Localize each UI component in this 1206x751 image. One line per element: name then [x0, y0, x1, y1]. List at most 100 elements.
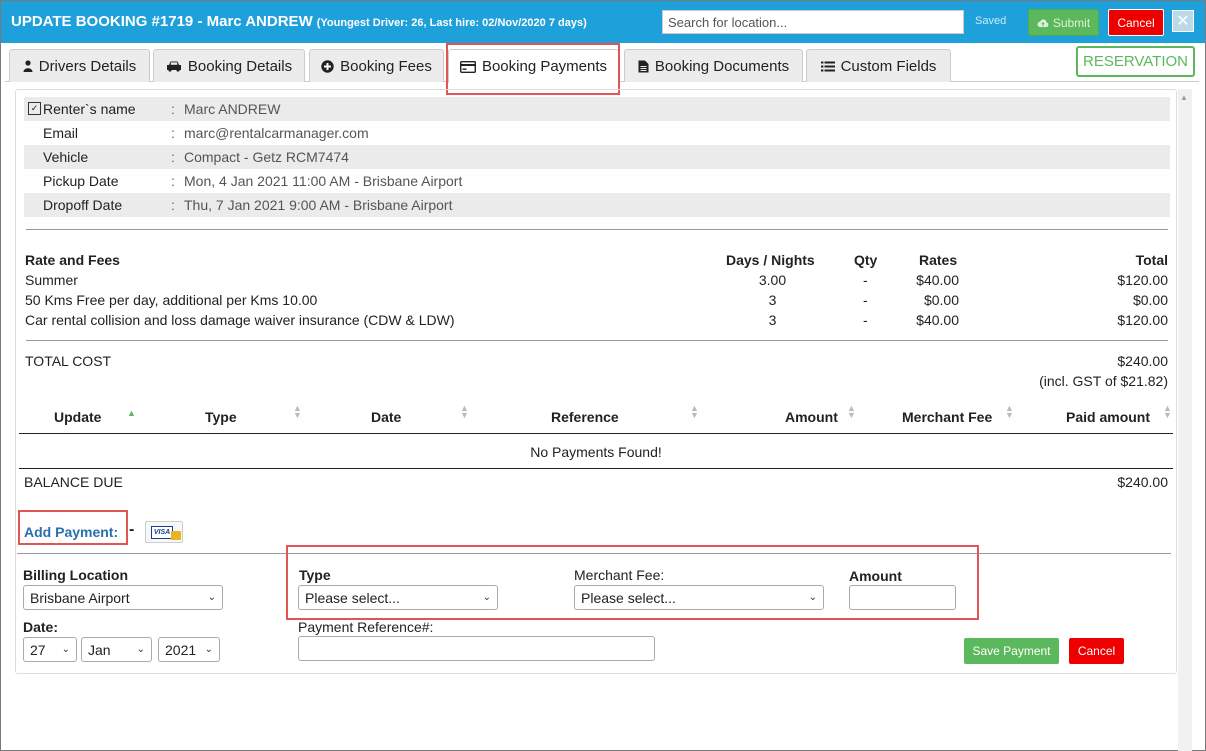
- user-icon: [23, 60, 33, 72]
- tab-label: Booking Details: [187, 57, 293, 75]
- merchant-fee-select[interactable]: Please select... ⌄: [574, 585, 824, 610]
- tab-label: Booking Payments: [481, 58, 608, 75]
- saved-status: Saved: [975, 15, 1007, 27]
- car-icon: [166, 61, 181, 72]
- fee-row-total: $120.00: [1117, 272, 1168, 288]
- date-label: Date:: [23, 619, 59, 635]
- tab-drivers-details[interactable]: Drivers Details: [9, 49, 150, 82]
- col-header-date[interactable]: Date: [371, 409, 401, 425]
- sort-icon[interactable]: ▲ ▼: [690, 404, 699, 420]
- date-year-select[interactable]: 2021 ⌄: [158, 637, 220, 662]
- fee-row-total: $120.00: [1117, 312, 1168, 328]
- info-value: marc@rentalcarmanager.com: [184, 125, 369, 141]
- info-label: Vehicle: [43, 149, 89, 165]
- info-value: Thu, 7 Jan 2021 9:00 AM - Brisbane Airpo…: [184, 197, 453, 213]
- divider: [26, 229, 1168, 230]
- date-month-value: Jan: [88, 641, 111, 658]
- fee-row-days: 3: [768, 312, 777, 328]
- sort-icon[interactable]: ▲ ▼: [293, 404, 302, 420]
- close-icon[interactable]: ✕: [1172, 10, 1194, 32]
- fees-header-total: Total: [1135, 252, 1168, 268]
- col-header-reference[interactable]: Reference: [551, 409, 619, 425]
- total-cost-label: TOTAL COST: [25, 353, 112, 369]
- sort-icon[interactable]: ▲ ▼: [1163, 404, 1172, 420]
- tab-booking-details[interactable]: Booking Details: [153, 49, 305, 82]
- divider: [26, 340, 1168, 341]
- fee-row-days: 3: [768, 292, 777, 308]
- lock-icon: [171, 531, 181, 540]
- add-payment-link[interactable]: Add Payment:: [24, 524, 118, 540]
- balance-due-label: BALANCE DUE: [24, 474, 123, 490]
- payment-reference-input[interactable]: [298, 636, 655, 661]
- merchant-fee-value: Please select...: [581, 589, 676, 606]
- info-colon: :: [171, 125, 175, 141]
- booking-subtitle: (Youngest Driver: 26, Last hire: 02/Nov/…: [316, 17, 587, 29]
- type-value: Please select...: [305, 589, 400, 606]
- info-colon: :: [171, 149, 175, 165]
- scroll-up-icon[interactable]: ▲: [1180, 93, 1188, 102]
- reservation-button[interactable]: RESERVATION: [1076, 46, 1195, 77]
- sort-icon[interactable]: ▲ ▼: [847, 404, 856, 420]
- type-select[interactable]: Please select... ⌄: [298, 585, 498, 610]
- info-row-dropoff: Dropoff Date : Thu, 7 Jan 2021 9:00 AM -…: [24, 193, 1170, 217]
- table-bottom-line: [19, 468, 1173, 469]
- fee-row-name: Car rental collision and loss damage wai…: [25, 312, 455, 328]
- billing-location-value: Brisbane Airport: [30, 589, 130, 606]
- document-icon: [638, 60, 649, 72]
- fee-row-rates: $0.00: [923, 292, 959, 308]
- info-row-email: Email : marc@rentalcarmanager.com: [24, 121, 1170, 145]
- visa-text: VISA: [151, 526, 173, 539]
- chevron-down-icon: ⌄: [482, 592, 491, 603]
- sort-icon[interactable]: ▲ ▼: [460, 404, 469, 420]
- sort-icon[interactable]: ▲ ▼: [1005, 404, 1014, 420]
- fee-row-qty: -: [863, 272, 868, 288]
- info-colon: :: [171, 197, 175, 213]
- dash-separator: -: [129, 521, 135, 538]
- col-header-type[interactable]: Type: [205, 409, 237, 425]
- collapse-checkbox-icon[interactable]: ✓: [28, 102, 41, 115]
- list-icon: [820, 61, 835, 71]
- no-payments-message: No Payments Found!: [530, 444, 662, 460]
- fees-header-rates: Rates: [919, 252, 958, 268]
- cancel-payment-button[interactable]: Cancel: [1069, 638, 1124, 664]
- type-label: Type: [299, 567, 331, 583]
- info-value: Mon, 4 Jan 2021 11:00 AM - Brisbane Airp…: [184, 173, 463, 189]
- location-search-input[interactable]: [662, 10, 964, 34]
- chevron-down-icon: ⌄: [204, 644, 213, 655]
- submit-button[interactable]: Submit: [1028, 9, 1099, 36]
- col-header-update[interactable]: Update: [54, 409, 101, 425]
- fees-header-days: Days / Nights: [726, 252, 815, 268]
- tab-label: Drivers Details: [38, 57, 137, 75]
- visa-card-icon[interactable]: VISA: [145, 521, 183, 543]
- save-payment-button[interactable]: Save Payment: [964, 638, 1059, 664]
- col-header-amount[interactable]: Amount: [785, 409, 838, 425]
- info-colon: :: [171, 101, 175, 117]
- date-day-select[interactable]: 27 ⌄: [23, 637, 77, 662]
- fee-row-name: Summer: [25, 272, 78, 288]
- date-year-value: 2021: [165, 641, 197, 658]
- billing-location-select[interactable]: Brisbane Airport ⌄: [23, 585, 223, 610]
- sort-asc-icon[interactable]: ▲: [127, 408, 136, 418]
- col-header-paid-amount[interactable]: Paid amount: [1066, 409, 1150, 425]
- fee-row-qty: -: [863, 292, 868, 308]
- header-bar: UPDATE BOOKING #1719 - Marc ANDREW (Young…: [1, 1, 1205, 43]
- payment-reference-label: Payment Reference#:: [298, 619, 434, 635]
- tab-booking-fees[interactable]: Booking Fees: [309, 49, 444, 82]
- tab-booking-documents[interactable]: Booking Documents: [624, 49, 803, 82]
- info-colon: :: [171, 173, 175, 189]
- tab-custom-fields[interactable]: Custom Fields: [806, 49, 951, 82]
- tab-label: Booking Fees: [340, 57, 432, 75]
- info-value: Marc ANDREW: [184, 101, 281, 117]
- date-month-select[interactable]: Jan ⌄: [81, 637, 152, 662]
- tab-booking-payments[interactable]: Booking Payments: [448, 49, 619, 83]
- total-cost-value: $240.00: [1117, 353, 1168, 369]
- cancel-top-button[interactable]: Cancel: [1108, 9, 1164, 36]
- fees-header-name: Rate and Fees: [25, 252, 120, 268]
- fee-row-days: 3.00: [758, 272, 787, 288]
- col-header-merchant-fee[interactable]: Merchant Fee: [902, 409, 992, 425]
- merchant-fee-label: Merchant Fee:: [574, 567, 665, 583]
- scrollbar[interactable]: [1178, 89, 1192, 751]
- billing-location-label: Billing Location: [23, 567, 128, 583]
- amount-input[interactable]: [849, 585, 956, 610]
- info-row-vehicle: Vehicle : Compact - Getz RCM7474: [24, 145, 1170, 169]
